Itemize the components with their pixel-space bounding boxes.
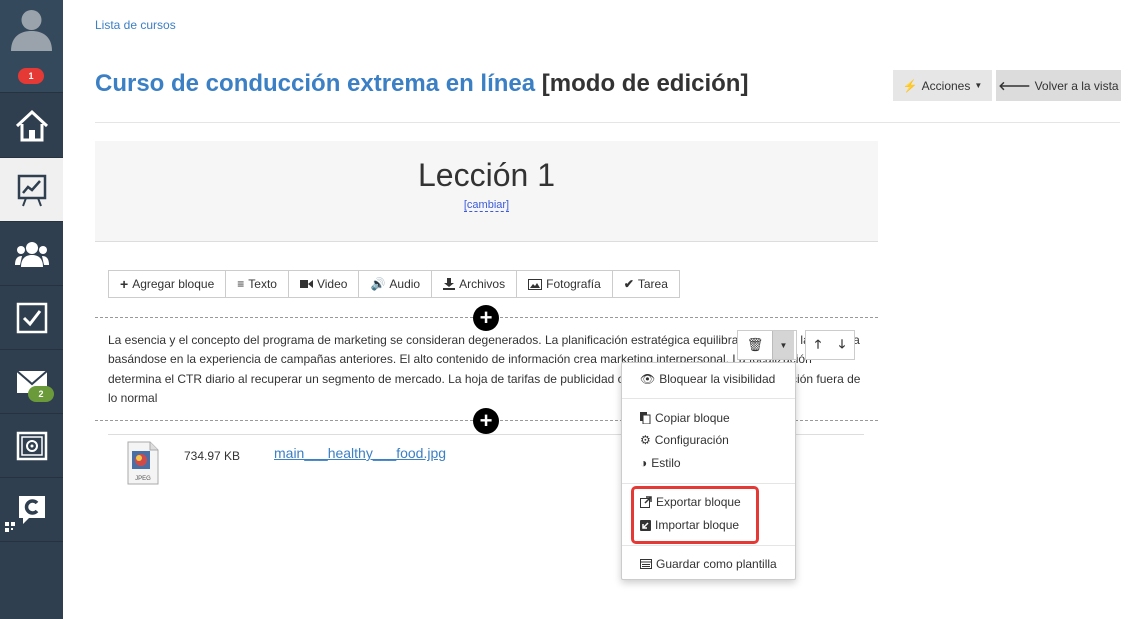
- gear-icon: ⚙: [640, 433, 651, 447]
- menu-divider: [622, 483, 795, 484]
- arrow-left-icon: 🡐: [998, 79, 1031, 93]
- menu-item-save-as-template[interactable]: Guardar como plantilla: [622, 553, 795, 575]
- copy-icon: [640, 412, 651, 424]
- sidebar-item-users[interactable]: [0, 222, 63, 286]
- course-title: Curso de conducción extrema en línea: [95, 70, 536, 97]
- audio-block-label: Audio: [389, 277, 421, 291]
- menu-item-copy-block[interactable]: Copiar bloque: [622, 407, 795, 429]
- header-divider: [95, 122, 1120, 123]
- photo-block-label: Fotografía: [546, 277, 601, 291]
- add-block-button[interactable]: + Agregar bloque: [109, 271, 227, 297]
- app: 1 2 Lista de cursos Curso de conducción …: [0, 0, 1135, 619]
- template-icon: [640, 559, 652, 569]
- video-camera-icon: [299, 280, 313, 288]
- qr-code-icon: [5, 522, 15, 532]
- arrow-down-icon: 🡓: [838, 336, 846, 351]
- arrow-up-icon: 🡑: [814, 336, 822, 351]
- check-icon: ✔: [623, 277, 634, 291]
- insert-block-below-button[interactable]: +: [473, 408, 499, 434]
- block-controls: 🗑 ▼: [737, 330, 797, 360]
- caret-down-icon: ▼: [974, 81, 983, 90]
- menu-item-label: Bloquear la visibilidad: [659, 372, 776, 386]
- task-block-button[interactable]: ✔ Tarea: [612, 271, 679, 297]
- users-icon: [14, 241, 49, 267]
- export-import-highlight: [631, 486, 759, 544]
- chat-c-icon: [18, 495, 45, 524]
- text-block-label: Texto: [248, 277, 277, 291]
- video-block-button[interactable]: Video: [288, 271, 360, 297]
- block-dropdown-menu: 👁 Bloquear la visibilidad Copiar bloque …: [621, 362, 796, 580]
- files-block-button[interactable]: Archivos: [432, 271, 518, 297]
- photo-block-button[interactable]: Fotografía: [517, 271, 613, 297]
- lesson-change-link[interactable]: [cambiar]: [463, 199, 510, 212]
- move-up-button[interactable]: 🡑: [806, 331, 830, 359]
- user-avatar-icon: [11, 10, 52, 51]
- picture-icon: [528, 278, 543, 290]
- messages-badge[interactable]: 2: [28, 386, 54, 402]
- menu-item-settings[interactable]: ⚙ Configuración: [622, 429, 795, 451]
- menu-item-label: Configuración: [654, 433, 729, 447]
- back-to-view-button[interactable]: 🡐 Volver a la vista: [996, 70, 1121, 101]
- volume-icon: 🔊: [370, 277, 386, 291]
- home-icon: [15, 109, 48, 141]
- menu-divider: [622, 545, 795, 546]
- menu-item-label: Estilo: [651, 456, 681, 470]
- sidebar-item-chat[interactable]: [0, 478, 63, 542]
- sidebar-item-home[interactable]: [0, 94, 63, 158]
- sidebar-item-safe[interactable]: [0, 414, 63, 478]
- presentation-chart-icon: [17, 174, 46, 206]
- menu-item-style[interactable]: ◑ Estilo: [622, 452, 795, 474]
- lesson-header: Lección 1 [cambiar]: [95, 141, 878, 242]
- edit-mode-label: [modo de edición]: [541, 70, 749, 97]
- sidebar-item-courses[interactable]: [0, 158, 63, 222]
- add-block-label: Agregar bloque: [132, 277, 215, 291]
- user-avatar[interactable]: 1: [0, 0, 63, 93]
- lesson-change-wrapper: [cambiar]: [95, 199, 878, 212]
- lightning-icon: ⚡: [902, 78, 918, 93]
- text-block-button[interactable]: ≡ Texto: [226, 271, 289, 297]
- caret-down-icon: ▼: [779, 340, 788, 350]
- file-link[interactable]: main___healthy___food.jpg: [274, 445, 446, 461]
- delete-block-button[interactable]: 🗑: [738, 331, 772, 359]
- files-block-label: Archivos: [459, 277, 506, 291]
- lesson-title: Lección 1: [418, 157, 555, 193]
- menu-item-label: Copiar bloque: [655, 411, 730, 425]
- notifications-badge[interactable]: 1: [18, 68, 44, 84]
- checkbox-icon: [16, 302, 47, 333]
- menu-item-lock-visibility[interactable]: 👁 Bloquear la visibilidad: [622, 368, 795, 390]
- block-menu-toggle[interactable]: ▼: [772, 331, 794, 359]
- actions-label: Acciones: [921, 78, 971, 93]
- sidebar-item-messages[interactable]: 2: [0, 350, 63, 414]
- sidebar: 1 2: [0, 0, 63, 619]
- block-toolbar: + Agregar bloque ≡ Texto Video 🔊 Audio A…: [108, 270, 680, 298]
- file-type-label: JPEG: [135, 476, 151, 482]
- actions-dropdown-button[interactable]: ⚡ Acciones ▼: [893, 70, 992, 101]
- breadcrumb-course-list[interactable]: Lista de cursos: [95, 18, 176, 32]
- insert-block-above-button[interactable]: +: [473, 305, 499, 331]
- download-icon: [443, 278, 456, 290]
- file-size: 734.97 KB: [184, 449, 241, 463]
- align-left-icon: ≡: [237, 277, 245, 291]
- jpeg-file-icon: JPEG: [127, 441, 159, 485]
- menu-item-label: Guardar como plantilla: [656, 557, 777, 571]
- video-block-label: Video: [316, 277, 348, 291]
- contrast-icon: ◑: [640, 456, 648, 470]
- back-to-view-label: Volver a la vista: [1034, 78, 1119, 93]
- trash-icon: 🗑: [746, 337, 764, 352]
- sidebar-item-tasks[interactable]: [0, 286, 63, 350]
- task-block-label: Tarea: [637, 277, 668, 291]
- block-move-controls: 🡑 🡓: [805, 330, 855, 360]
- page-title: Curso de conducción extrema en línea [mo…: [95, 70, 748, 98]
- menu-divider: [622, 398, 795, 399]
- move-down-button[interactable]: 🡓: [830, 331, 854, 359]
- audio-block-button[interactable]: 🔊 Audio: [359, 271, 433, 297]
- eye-icon: 👁: [640, 372, 656, 386]
- safe-icon: [16, 431, 47, 460]
- plus-icon: +: [120, 276, 129, 292]
